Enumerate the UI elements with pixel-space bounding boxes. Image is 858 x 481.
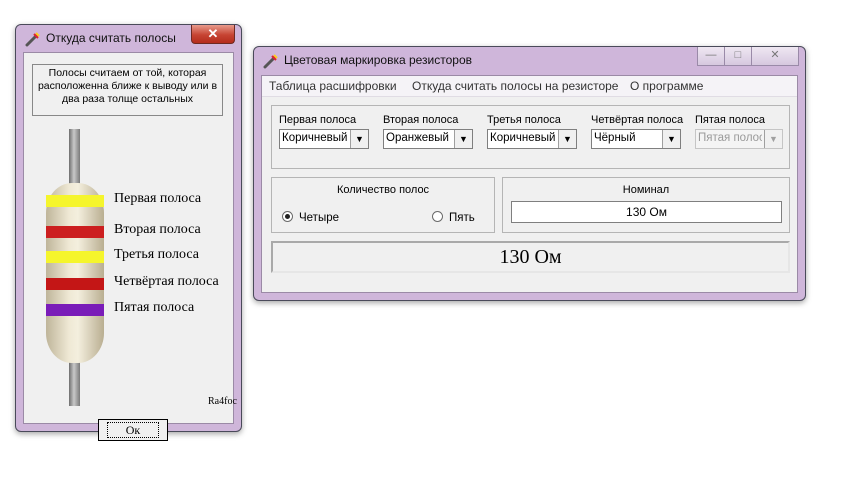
band4-value: Чёрный	[594, 132, 636, 144]
band-count-title: Количество полос	[336, 184, 430, 196]
band3-label: Третья полоса	[487, 114, 561, 126]
radio-five[interactable]: Пять	[432, 211, 475, 224]
band5-label: Пятая полоса	[695, 114, 766, 126]
band5-value: Пятая полоса	[698, 132, 762, 144]
band2-value: Оранжевый	[386, 132, 449, 144]
band-fourth	[46, 278, 104, 290]
radio-four-label: Четыре	[299, 212, 340, 224]
resistor-pen-icon	[25, 32, 40, 47]
nominal-label: Номинал	[622, 184, 670, 196]
chevron-down-icon: ▼	[454, 130, 472, 148]
chevron-down-icon: ▼	[558, 130, 576, 148]
help-info-text: Полосы считаем от той, которая расположе…	[32, 64, 223, 116]
help-window-titlebar[interactable]: Откуда считать полосы ✕	[16, 25, 241, 51]
band1-value: Коричневый	[282, 132, 348, 144]
main-window-title: Цветовая маркировка резисторов	[284, 53, 473, 67]
resistor-top-lead	[69, 129, 80, 189]
main-window: Цветовая маркировка резисторов — □ ✕ Таб…	[253, 46, 806, 301]
menu-about[interactable]: О программе	[630, 79, 703, 93]
menu-decoding-table[interactable]: Таблица расшифровки	[269, 79, 397, 93]
radio-unchecked-icon	[432, 211, 443, 222]
chevron-down-icon: ▼	[350, 130, 368, 148]
radio-checked-icon	[282, 211, 293, 222]
author-signature: Ra4foc	[208, 396, 237, 407]
main-window-client: Таблица расшифровки Откуда считать полос…	[261, 75, 798, 293]
band-label-fourth: Четвёртая полоса	[114, 274, 219, 289]
band1-select[interactable]: Коричневый ▼	[279, 129, 369, 149]
band-first	[46, 195, 104, 207]
menu-bar: Таблица расшифровки Откуда считать полос…	[262, 76, 797, 97]
ok-button[interactable]: Ок	[98, 419, 168, 441]
band3-value: Коричневый	[490, 132, 556, 144]
band5-select[interactable]: Пятая полоса ▼	[695, 129, 783, 149]
chevron-down-icon: ▼	[764, 130, 782, 148]
band-label-third: Третья полоса	[114, 247, 199, 262]
help-window-title: Откуда считать полосы	[46, 31, 176, 45]
band2-select[interactable]: Оранжевый ▼	[383, 129, 473, 149]
help-window-client: Полосы считаем от той, которая расположе…	[23, 52, 237, 441]
band-second	[46, 226, 104, 238]
maximize-button[interactable]: □	[724, 47, 752, 66]
band4-select[interactable]: Чёрный ▼	[591, 129, 681, 149]
nominal-field[interactable]: 130 Ом	[511, 201, 782, 223]
radio-five-label: Пять	[449, 212, 475, 224]
resistor-pen-icon	[263, 54, 278, 69]
band2-label: Вторая полоса	[383, 114, 459, 126]
band-label-first: Первая полоса	[114, 191, 202, 206]
band1-label: Первая полоса	[279, 114, 357, 126]
band-label-fifth: Пятая полоса	[114, 300, 195, 315]
radio-four[interactable]: Четыре	[282, 211, 339, 224]
resistor-bottom-lead	[69, 358, 80, 406]
ok-button-label: Ок	[106, 422, 160, 438]
band-count-group: Количество полос Четыре Пять	[271, 177, 495, 233]
result-display: 130 Ом	[271, 241, 790, 273]
close-button[interactable]: ✕	[751, 47, 799, 66]
resistor-body	[46, 183, 104, 363]
band-third	[46, 251, 104, 263]
menu-band-origin[interactable]: Откуда считать полосы на резисторе	[412, 79, 618, 93]
minimize-button[interactable]: —	[697, 47, 725, 66]
band3-select[interactable]: Коричневый ▼	[487, 129, 577, 149]
help-window: Откуда считать полосы ✕ Полосы считаем о…	[15, 24, 242, 441]
nominal-group: Номинал 130 Ом	[502, 177, 790, 233]
chevron-down-icon: ▼	[662, 130, 680, 148]
band-fifth	[46, 304, 104, 316]
band4-label: Четвёртая полоса	[591, 114, 684, 126]
bands-panel: Первая полоса Коричневый ▼ Вторая полоса…	[271, 105, 790, 169]
help-close-button[interactable]: ✕	[191, 25, 235, 44]
main-window-titlebar[interactable]: Цветовая маркировка резисторов — □ ✕	[254, 47, 805, 73]
band-label-second: Вторая полоса	[114, 222, 201, 237]
